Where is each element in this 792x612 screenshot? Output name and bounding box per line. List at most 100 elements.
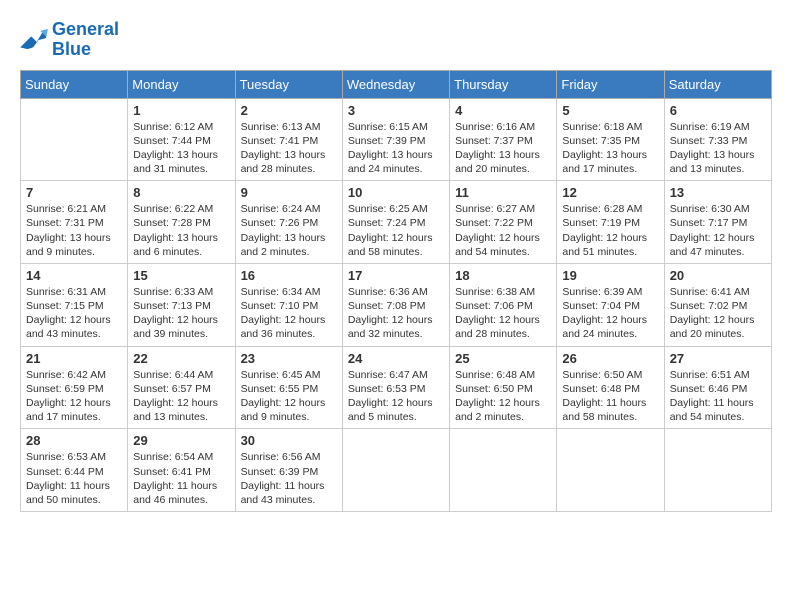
day-info: Sunrise: 6:15 AM Sunset: 7:39 PM Dayligh… — [348, 120, 444, 177]
day-number: 3 — [348, 103, 444, 118]
day-number: 25 — [455, 351, 551, 366]
day-info: Sunrise: 6:25 AM Sunset: 7:24 PM Dayligh… — [348, 202, 444, 259]
day-cell: 22 Sunrise: 6:44 AM Sunset: 6:57 PM Dayli… — [128, 346, 235, 429]
day-number: 27 — [670, 351, 766, 366]
week-row-5: 28 Sunrise: 6:53 AM Sunset: 6:44 PM Dayli… — [21, 429, 772, 512]
day-info: Sunrise: 6:44 AM Sunset: 6:57 PM Dayligh… — [133, 368, 229, 425]
day-cell: 2 Sunrise: 6:13 AM Sunset: 7:41 PM Daylig… — [235, 98, 342, 181]
day-cell: 15 Sunrise: 6:33 AM Sunset: 7:13 PM Dayli… — [128, 263, 235, 346]
day-number: 20 — [670, 268, 766, 283]
day-number: 10 — [348, 185, 444, 200]
day-info: Sunrise: 6:30 AM Sunset: 7:17 PM Dayligh… — [670, 202, 766, 259]
day-info: Sunrise: 6:31 AM Sunset: 7:15 PM Dayligh… — [26, 285, 122, 342]
day-info: Sunrise: 6:24 AM Sunset: 7:26 PM Dayligh… — [241, 202, 337, 259]
day-cell: 20 Sunrise: 6:41 AM Sunset: 7:02 PM Dayli… — [664, 263, 771, 346]
day-cell: 29 Sunrise: 6:54 AM Sunset: 6:41 PM Dayli… — [128, 429, 235, 512]
day-info: Sunrise: 6:50 AM Sunset: 6:48 PM Dayligh… — [562, 368, 658, 425]
day-cell: 10 Sunrise: 6:25 AM Sunset: 7:24 PM Dayli… — [342, 181, 449, 264]
day-cell — [342, 429, 449, 512]
day-info: Sunrise: 6:36 AM Sunset: 7:08 PM Dayligh… — [348, 285, 444, 342]
day-number: 28 — [26, 433, 122, 448]
day-number: 4 — [455, 103, 551, 118]
day-number: 5 — [562, 103, 658, 118]
day-info: Sunrise: 6:51 AM Sunset: 6:46 PM Dayligh… — [670, 368, 766, 425]
logo-text: General Blue — [52, 20, 119, 60]
week-row-2: 7Sunrise: 6:21 AM Sunset: 7:31 PM Daylig… — [21, 181, 772, 264]
day-info: Sunrise: 6:28 AM Sunset: 7:19 PM Dayligh… — [562, 202, 658, 259]
day-cell: 5Sunrise: 6:18 AM Sunset: 7:35 PM Daylig… — [557, 98, 664, 181]
header-cell-sunday: Sunday — [21, 70, 128, 98]
header-cell-friday: Friday — [557, 70, 664, 98]
day-info: Sunrise: 6:33 AM Sunset: 7:13 PM Dayligh… — [133, 285, 229, 342]
day-cell — [557, 429, 664, 512]
day-cell — [664, 429, 771, 512]
day-number: 15 — [133, 268, 229, 283]
day-number: 21 — [26, 351, 122, 366]
calendar-header-row: SundayMondayTuesdayWednesdayThursdayFrid… — [21, 70, 772, 98]
day-cell: 18 Sunrise: 6:38 AM Sunset: 7:06 PM Dayli… — [450, 263, 557, 346]
day-info: Sunrise: 6:56 AM Sunset: 6:39 PM Dayligh… — [241, 450, 337, 507]
day-cell: 23 Sunrise: 6:45 AM Sunset: 6:55 PM Dayli… — [235, 346, 342, 429]
day-info: Sunrise: 6:48 AM Sunset: 6:50 PM Dayligh… — [455, 368, 551, 425]
day-number: 24 — [348, 351, 444, 366]
calendar-body: 1Sunrise: 6:12 AM Sunset: 7:44 PM Daylig… — [21, 98, 772, 511]
day-number: 19 — [562, 268, 658, 283]
day-number: 22 — [133, 351, 229, 366]
day-cell — [450, 429, 557, 512]
day-number: 18 — [455, 268, 551, 283]
day-number: 26 — [562, 351, 658, 366]
day-cell: 11Sunrise: 6:27 AM Sunset: 7:22 PM Dayli… — [450, 181, 557, 264]
day-cell: 12Sunrise: 6:28 AM Sunset: 7:19 PM Dayli… — [557, 181, 664, 264]
day-cell: 27 Sunrise: 6:51 AM Sunset: 6:46 PM Dayli… — [664, 346, 771, 429]
day-info: Sunrise: 6:53 AM Sunset: 6:44 PM Dayligh… — [26, 450, 122, 507]
day-number: 2 — [241, 103, 337, 118]
page-header: General Blue — [20, 20, 772, 60]
day-number: 29 — [133, 433, 229, 448]
day-info: Sunrise: 6:38 AM Sunset: 7:06 PM Dayligh… — [455, 285, 551, 342]
day-info: Sunrise: 6:41 AM Sunset: 7:02 PM Dayligh… — [670, 285, 766, 342]
day-info: Sunrise: 6:47 AM Sunset: 6:53 PM Dayligh… — [348, 368, 444, 425]
day-info: Sunrise: 6:39 AM Sunset: 7:04 PM Dayligh… — [562, 285, 658, 342]
header-cell-saturday: Saturday — [664, 70, 771, 98]
day-cell: 4 Sunrise: 6:16 AM Sunset: 7:37 PM Daylig… — [450, 98, 557, 181]
day-number: 30 — [241, 433, 337, 448]
day-cell: 13 Sunrise: 6:30 AM Sunset: 7:17 PM Dayli… — [664, 181, 771, 264]
day-cell: 26 Sunrise: 6:50 AM Sunset: 6:48 PM Dayli… — [557, 346, 664, 429]
day-cell: 7Sunrise: 6:21 AM Sunset: 7:31 PM Daylig… — [21, 181, 128, 264]
day-cell: 9 Sunrise: 6:24 AM Sunset: 7:26 PM Daylig… — [235, 181, 342, 264]
day-cell: 8Sunrise: 6:22 AM Sunset: 7:28 PM Daylig… — [128, 181, 235, 264]
day-cell: 25 Sunrise: 6:48 AM Sunset: 6:50 PM Dayli… — [450, 346, 557, 429]
day-cell: 3 Sunrise: 6:15 AM Sunset: 7:39 PM Daylig… — [342, 98, 449, 181]
week-row-4: 21 Sunrise: 6:42 AM Sunset: 6:59 PM Dayli… — [21, 346, 772, 429]
day-cell: 19 Sunrise: 6:39 AM Sunset: 7:04 PM Dayli… — [557, 263, 664, 346]
day-info: Sunrise: 6:19 AM Sunset: 7:33 PM Dayligh… — [670, 120, 766, 177]
header-cell-monday: Monday — [128, 70, 235, 98]
day-cell: 17 Sunrise: 6:36 AM Sunset: 7:08 PM Dayli… — [342, 263, 449, 346]
day-info: Sunrise: 6:42 AM Sunset: 6:59 PM Dayligh… — [26, 368, 122, 425]
day-number: 11 — [455, 185, 551, 200]
day-number: 23 — [241, 351, 337, 366]
day-info: Sunrise: 6:34 AM Sunset: 7:10 PM Dayligh… — [241, 285, 337, 342]
day-cell: 14 Sunrise: 6:31 AM Sunset: 7:15 PM Dayli… — [21, 263, 128, 346]
day-cell: 6Sunrise: 6:19 AM Sunset: 7:33 PM Daylig… — [664, 98, 771, 181]
day-info: Sunrise: 6:13 AM Sunset: 7:41 PM Dayligh… — [241, 120, 337, 177]
day-cell: 28 Sunrise: 6:53 AM Sunset: 6:44 PM Dayli… — [21, 429, 128, 512]
day-cell: 21 Sunrise: 6:42 AM Sunset: 6:59 PM Dayli… — [21, 346, 128, 429]
day-info: Sunrise: 6:22 AM Sunset: 7:28 PM Dayligh… — [133, 202, 229, 259]
day-number: 17 — [348, 268, 444, 283]
day-number: 13 — [670, 185, 766, 200]
day-info: Sunrise: 6:54 AM Sunset: 6:41 PM Dayligh… — [133, 450, 229, 507]
day-cell: 16 Sunrise: 6:34 AM Sunset: 7:10 PM Dayli… — [235, 263, 342, 346]
day-cell: 1Sunrise: 6:12 AM Sunset: 7:44 PM Daylig… — [128, 98, 235, 181]
day-cell: 24 Sunrise: 6:47 AM Sunset: 6:53 PM Dayli… — [342, 346, 449, 429]
day-info: Sunrise: 6:12 AM Sunset: 7:44 PM Dayligh… — [133, 120, 229, 177]
day-cell: 30 Sunrise: 6:56 AM Sunset: 6:39 PM Dayli… — [235, 429, 342, 512]
day-number: 9 — [241, 185, 337, 200]
week-row-3: 14 Sunrise: 6:31 AM Sunset: 7:15 PM Dayli… — [21, 263, 772, 346]
calendar-table: SundayMondayTuesdayWednesdayThursdayFrid… — [20, 70, 772, 512]
day-info: Sunrise: 6:45 AM Sunset: 6:55 PM Dayligh… — [241, 368, 337, 425]
day-cell — [21, 98, 128, 181]
day-number: 16 — [241, 268, 337, 283]
day-number: 14 — [26, 268, 122, 283]
day-info: Sunrise: 6:16 AM Sunset: 7:37 PM Dayligh… — [455, 120, 551, 177]
